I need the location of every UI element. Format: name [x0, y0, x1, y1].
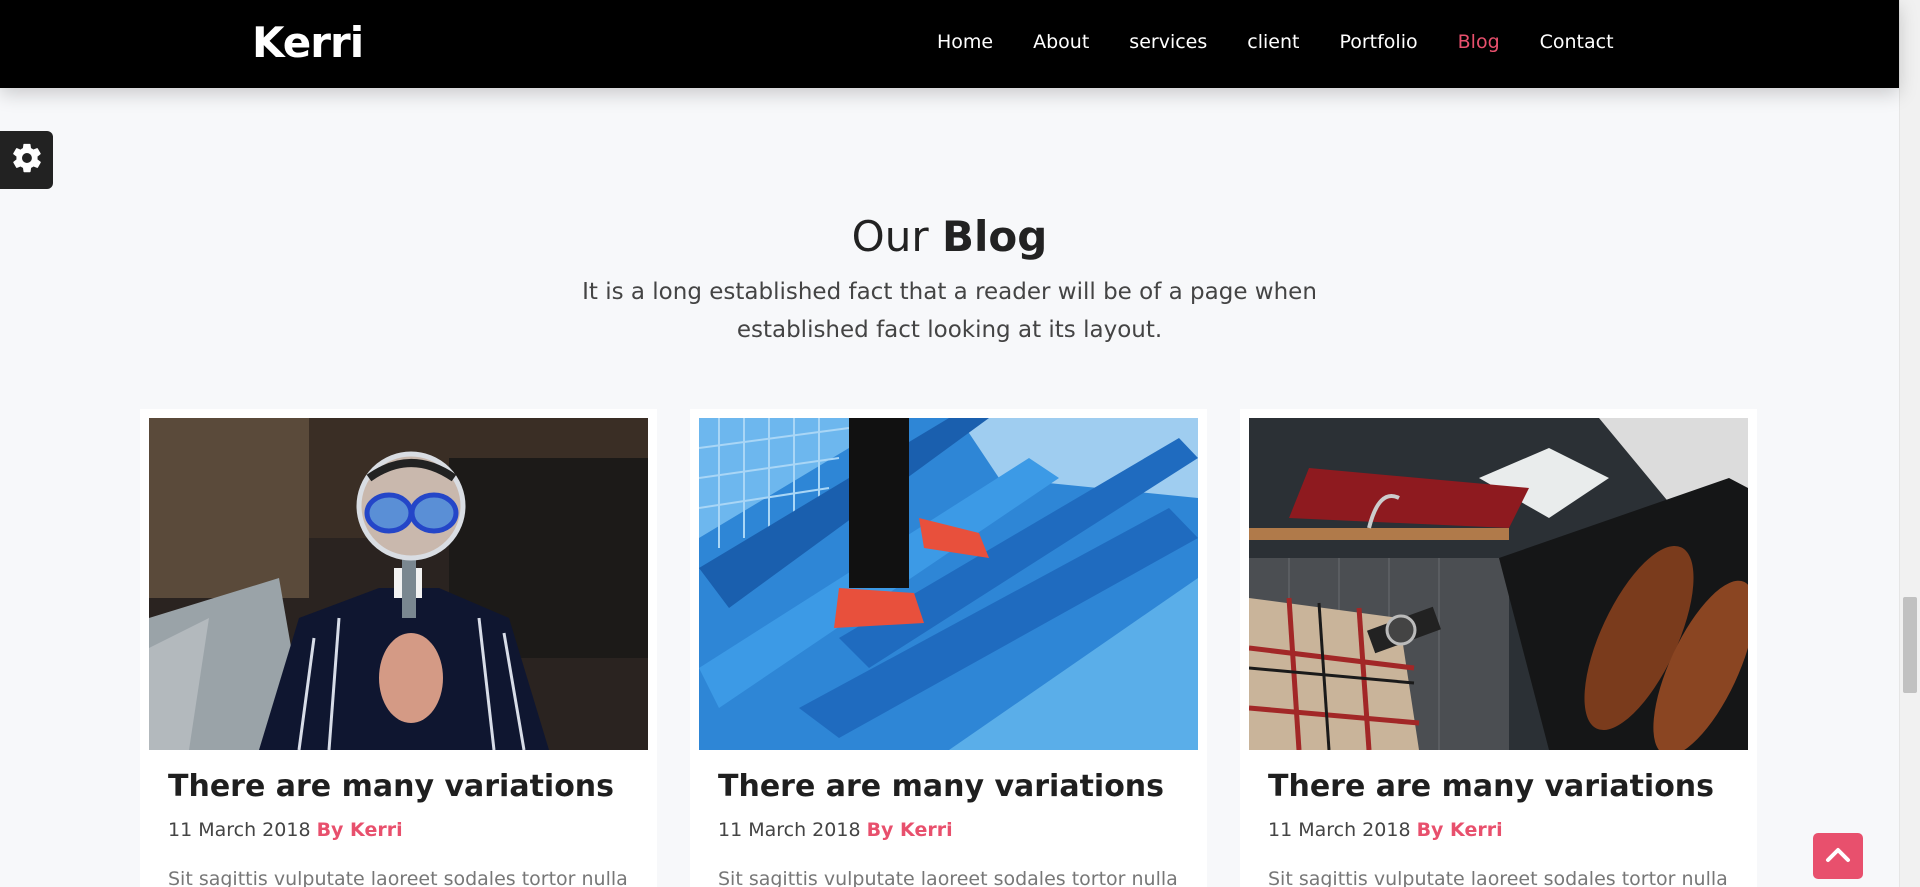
post-meta: 11 March 2018 By Kerri [168, 819, 403, 841]
clothes-and-shoes-image[interactable] [1249, 418, 1748, 750]
section-subtitle-line2: established fact looking at its layout. [736, 317, 1163, 343]
scrollbar-thumb[interactable] [1903, 597, 1917, 693]
chevron-up-icon [1824, 844, 1852, 868]
post-excerpt: Sit sagittis vulputate laoreet sodales t… [168, 868, 628, 887]
post-date: 11 March 2018 [718, 819, 861, 841]
section-title-bold: Blog [941, 212, 1048, 261]
brand-logo[interactable]: Kerri [252, 18, 364, 67]
post-title[interactable]: There are many variations [168, 769, 614, 804]
nav-contact[interactable]: Contact [1540, 31, 1614, 53]
section-subtitle-line1: It is a long established fact that a rea… [582, 279, 1317, 305]
page-scrollbar[interactable] [1899, 0, 1920, 887]
post-meta: 11 March 2018 By Kerri [718, 819, 953, 841]
blog-card[interactable]: There are many variations 11 March 2018 … [690, 409, 1207, 887]
section-title: Our Blog [0, 212, 1899, 261]
gear-icon [10, 141, 44, 179]
nav-portfolio[interactable]: Portfolio [1339, 31, 1417, 53]
post-author[interactable]: By Kerri [1417, 819, 1503, 841]
section-title-light: Our [851, 212, 929, 261]
section-subtitle: It is a long established fact that a rea… [580, 273, 1319, 349]
nav-home[interactable]: Home [937, 31, 993, 53]
post-title[interactable]: There are many variations [718, 769, 1164, 804]
nav-blog[interactable]: Blog [1458, 31, 1500, 53]
blog-card[interactable]: There are many variations 11 March 2018 … [140, 409, 657, 887]
post-excerpt: Sit sagittis vulputate laoreet sodales t… [1268, 868, 1728, 887]
main-nav: Home About services client Portfolio Blo… [937, 31, 1654, 53]
magnifying-glass-person-image[interactable] [149, 418, 648, 750]
nav-about[interactable]: About [1033, 31, 1089, 53]
post-meta: 11 March 2018 By Kerri [1268, 819, 1503, 841]
nav-services[interactable]: services [1129, 31, 1207, 53]
blue-stairs-image[interactable] [699, 418, 1198, 750]
blog-card[interactable]: There are many variations 11 March 2018 … [1240, 409, 1757, 887]
post-date: 11 March 2018 [1268, 819, 1411, 841]
post-title[interactable]: There are many variations [1268, 769, 1714, 804]
post-excerpt: Sit sagittis vulputate laoreet sodales t… [718, 868, 1178, 887]
post-author[interactable]: By Kerri [317, 819, 403, 841]
settings-button[interactable] [0, 131, 53, 189]
scroll-to-top-button[interactable] [1813, 833, 1863, 879]
top-navbar: Kerri Home About services client Portfol… [0, 0, 1899, 88]
nav-client[interactable]: client [1247, 31, 1299, 53]
post-author[interactable]: By Kerri [867, 819, 953, 841]
post-date: 11 March 2018 [168, 819, 311, 841]
